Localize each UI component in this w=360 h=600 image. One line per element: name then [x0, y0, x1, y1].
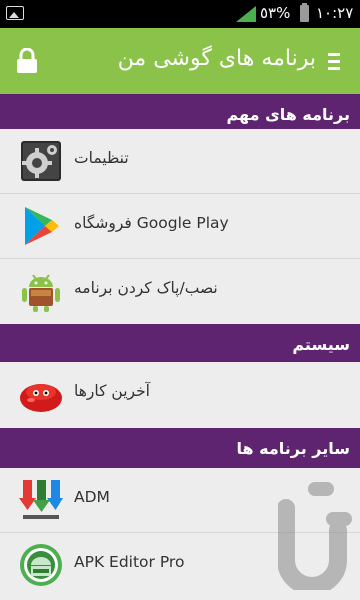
list-item-label: ADM — [74, 488, 110, 506]
clock: ١٠:٢٧ — [316, 4, 354, 22]
list-item-label: آخرین کارها — [74, 382, 150, 400]
list-item-settings[interactable]: تنظیمات — [0, 129, 360, 194]
list-item-recent-tasks[interactable]: آخرین کارها — [0, 362, 360, 426]
menu-icon[interactable] — [328, 53, 340, 71]
list-item-label: نصب/پاک کردن برنامه — [74, 279, 218, 297]
android-package-icon — [22, 274, 60, 312]
list-item-google-play[interactable]: فروشگاه Google Play — [0, 194, 360, 259]
list-item-label: فروشگاه Google Play — [74, 214, 229, 232]
app-bar: برنامه های گوشی من — [0, 28, 360, 94]
section-title: سیستم — [292, 335, 350, 354]
status-bar: ٥٣% ١٠:٢٧ — [0, 0, 360, 28]
settings-gear-icon — [21, 141, 61, 181]
list-item-label: APK Editor Pro — [74, 553, 185, 571]
jelly-bean-icon — [20, 384, 62, 412]
lock-icon[interactable] — [16, 48, 38, 74]
list-item-label: تنظیمات — [74, 149, 129, 167]
adm-download-icon — [19, 480, 63, 519]
gallery-notification-icon — [6, 6, 24, 20]
battery-percent: ٥٣% — [260, 4, 291, 22]
battery-icon — [300, 3, 309, 22]
section-title: برنامه های مهم — [226, 105, 350, 124]
section-title: سایر برنامه ها — [236, 439, 350, 458]
google-play-icon — [25, 207, 59, 245]
list-item-install-uninstall[interactable]: نصب/پاک کردن برنامه — [0, 259, 360, 323]
signal-icon — [236, 6, 256, 22]
section-header-other-apps: سایر برنامه ها — [0, 428, 360, 472]
bazaar-logo-icon — [278, 482, 352, 590]
apk-editor-icon — [20, 544, 62, 586]
page-title: برنامه های گوشی من — [117, 46, 316, 71]
